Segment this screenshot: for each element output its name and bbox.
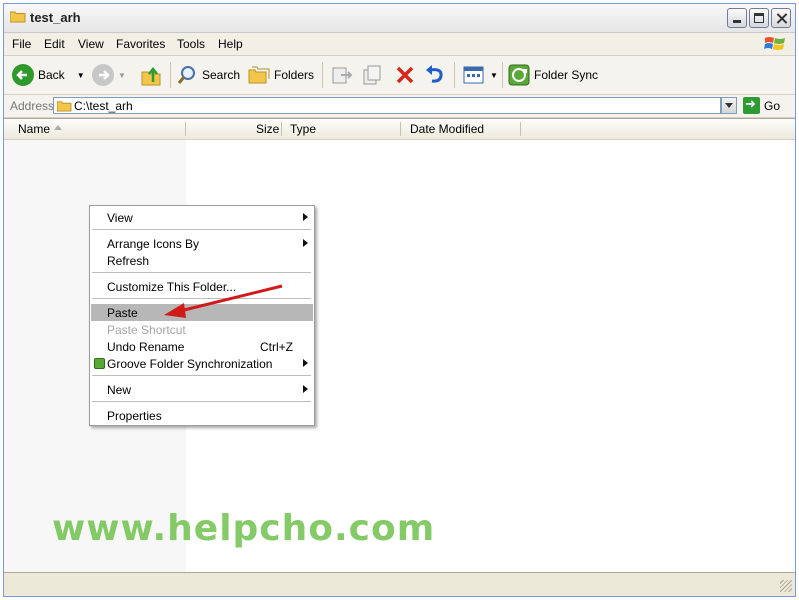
back-button[interactable]: Back ▼ [12,64,85,86]
title-bar[interactable]: test_arh [4,4,795,33]
menu-item-undo-rename[interactable]: Undo Rename Ctrl+Z [91,338,313,355]
up-folder-button[interactable] [140,64,164,88]
folders-button[interactable]: Folders [248,64,314,86]
submenu-arrow-icon [303,213,308,221]
folders-icon [248,66,270,84]
sort-ascending-icon [54,125,62,130]
move-to-button[interactable] [330,64,354,86]
menu-help[interactable]: Help [218,37,243,51]
forward-arrow-icon [92,64,114,86]
back-arrow-icon [12,64,34,86]
chevron-down-icon: ▼ [118,70,126,80]
column-size[interactable]: Size [256,122,279,136]
menu-item-groove-sync[interactable]: Groove Folder Synchronization [91,355,313,372]
menu-item-refresh[interactable]: Refresh [91,252,313,269]
go-arrow-icon [743,96,760,114]
minimize-button[interactable] [727,8,747,28]
column-name[interactable]: Name [18,122,50,136]
folder-icon [57,101,72,112]
address-label: Address [10,99,55,113]
menu-item-properties[interactable]: Properties [91,407,313,424]
undo-icon [426,65,443,83]
menu-item-view[interactable]: View [91,209,313,226]
maximize-button[interactable] [749,8,769,28]
address-dropdown-button[interactable] [721,97,737,114]
folders-label: Folders [274,68,315,82]
undo-button[interactable] [424,64,446,86]
submenu-arrow-icon [303,239,308,247]
forward-button[interactable]: ▼ [92,64,126,86]
address-bar: Address C:\test_arh Go [4,95,795,118]
list-header: Name Size Type Date Modified [4,119,795,140]
search-button[interactable]: Search [176,64,240,86]
column-type[interactable]: Type [290,122,316,136]
search-label: Search [202,68,241,82]
go-label: Go [764,98,781,113]
folder-sync-label: Folder Sync [534,68,599,82]
resize-grip[interactable] [780,580,792,592]
go-button[interactable]: Go [743,96,781,114]
move-to-icon [332,67,353,84]
address-input[interactable]: C:\test_arh [53,97,721,114]
menu-tools[interactable]: Tools [177,37,205,51]
menu-favorites[interactable]: Favorites [116,37,165,51]
delete-button[interactable] [394,64,416,86]
menu-item-new[interactable]: New [91,381,313,398]
menu-bar: File Edit View Favorites Tools Help [4,33,795,56]
views-icon [463,66,484,84]
chevron-down-icon: ▼ [490,70,498,80]
window-title: test_arh [30,10,81,25]
up-folder-icon [141,66,161,86]
chevron-down-icon: ▼ [76,70,85,80]
search-icon [177,66,195,84]
copy-to-button[interactable] [361,64,385,86]
column-date-modified[interactable]: Date Modified [410,122,484,136]
groove-sync-icon [94,358,105,369]
address-value: C:\test_arh [74,99,133,113]
folder-icon [10,11,26,23]
menu-edit[interactable]: Edit [44,37,65,51]
submenu-arrow-icon [303,385,308,393]
folder-sync-button[interactable]: Folder Sync [508,64,598,86]
menu-file[interactable]: File [12,37,31,51]
back-label: Back [38,68,65,82]
windows-logo-icon [764,37,785,50]
copy-to-icon [363,65,381,85]
red-annotation-arrow-icon [164,284,283,318]
undo-shortcut-label: Ctrl+Z [260,340,293,354]
submenu-arrow-icon [303,359,308,367]
status-bar [4,572,795,595]
menu-view[interactable]: View [78,37,104,51]
delete-x-icon [396,66,414,84]
close-button[interactable] [771,8,791,28]
watermark: www.helpcho.com [52,508,436,549]
views-button[interactable]: ▼ [462,64,498,86]
menu-item-arrange-icons-by[interactable]: Arrange Icons By [91,235,313,252]
toolbar: Back ▼ ▼ Search Folders ▼ Folder Sync [4,56,795,95]
folder-sync-icon [508,64,530,86]
